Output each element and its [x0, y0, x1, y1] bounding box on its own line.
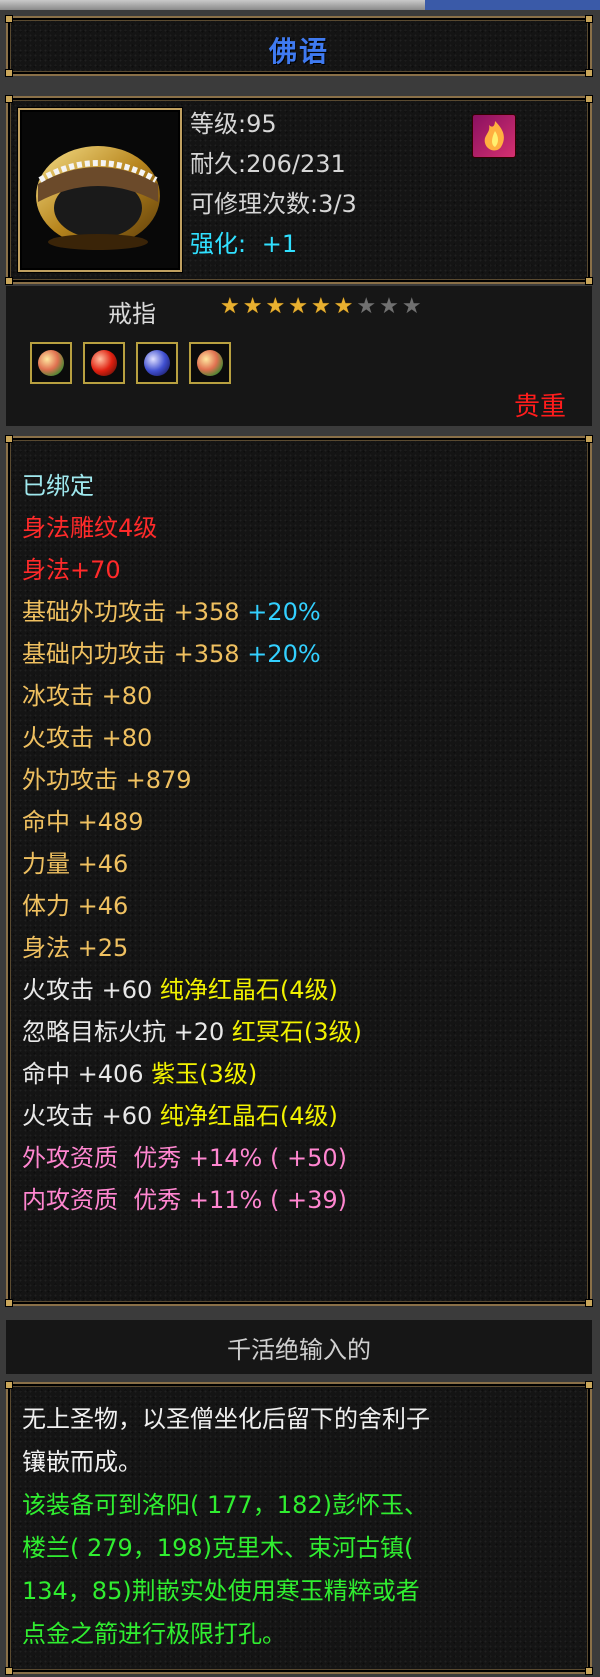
author-panel: 千活绝输入的	[6, 1320, 592, 1374]
item-repair-count: 可修理次数:3/3	[190, 190, 357, 218]
item-name: 佛语	[268, 35, 329, 68]
enhance-label: 强化:	[190, 230, 247, 258]
description-panel: 无上圣物，以圣僧坐化后留下的舍利子 镶嵌而成。 该装备可到洛阳( 177，182…	[5, 1381, 593, 1675]
stat-line: 力量 +46	[22, 850, 129, 878]
item-enhance: 强化: +1	[190, 224, 297, 259]
gem-slots	[30, 342, 237, 388]
star-icon-filled: ★	[310, 294, 334, 319]
quality-line: 外攻资质 优秀 +14% ( +50)	[22, 1144, 347, 1172]
star-rating: ★★★★★★★★★	[220, 294, 425, 319]
stat-line: 火攻击 +80	[22, 724, 153, 752]
item-info-panel: 等级:95 耐久:206/231 可修理次数:3/3 强化: +1	[5, 95, 593, 285]
item-durability: 耐久:206/231	[190, 150, 346, 178]
gem-stat-line: 火攻击 +60 纯净红晶石(4级)	[22, 976, 338, 1004]
bound-status: 已绑定	[22, 472, 94, 500]
star-icon-filled: ★	[333, 294, 357, 319]
description-text: 无上圣物，以圣僧坐化后留下的舍利子 镶嵌而成。 该装备可到洛阳( 177，182…	[22, 1405, 430, 1648]
author-text: 千活绝输入的	[227, 1336, 371, 1364]
fire-element-icon	[472, 114, 516, 158]
gem-stat-line: 忽略目标火抗 +20 红冥石(3级)	[22, 1018, 362, 1046]
stat-line: 外功攻击 +879	[22, 766, 192, 794]
green-gem-icon[interactable]	[30, 342, 72, 384]
rarity-label: 贵重	[513, 392, 566, 422]
star-icon-filled: ★	[242, 294, 266, 319]
red-gem-icon[interactable]	[83, 342, 126, 384]
stat-line: 基础外功攻击 +358 +20%	[22, 598, 321, 626]
stat-line: 体力 +46	[22, 892, 129, 920]
star-icon-filled: ★	[265, 294, 289, 319]
title-panel: 佛语	[5, 15, 593, 77]
star-icon-empty: ★	[401, 294, 425, 319]
type-rarity-panel: 戒指 ★★★★★★★★★ 贵重	[6, 286, 592, 426]
gem-stat-line: 命中 +406 紫玉(3级)	[22, 1060, 258, 1088]
engrave-line: 身法雕纹4级	[22, 514, 158, 542]
titlebar-accent	[425, 0, 600, 10]
gem-stat-line: 火攻击 +60 纯净红晶石(4级)	[22, 1102, 338, 1130]
item-level: 等级:95	[190, 110, 277, 138]
stat-line: 基础内功攻击 +358 +20%	[22, 640, 321, 668]
engrave-bonus-line: 身法+70	[22, 556, 121, 584]
enhance-value: +1	[261, 230, 298, 258]
blue-gem-icon[interactable]	[136, 342, 179, 384]
star-icon-filled: ★	[220, 294, 243, 319]
quality-line: 内攻资质 优秀 +11% ( +39)	[22, 1186, 347, 1214]
stat-line: 身法 +25	[22, 934, 129, 962]
green-gem-icon[interactable]	[189, 342, 232, 384]
item-type: 戒指	[108, 300, 156, 328]
stat-line: 命中 +489	[22, 808, 144, 836]
stats-panel: 已绑定 身法雕纹4级 身法+70 基础外功攻击 +358 +20% 基础内功攻击…	[5, 435, 593, 1307]
stat-line: 冰攻击 +80	[22, 682, 153, 710]
window-top-strip	[0, 0, 600, 10]
star-icon-empty: ★	[356, 294, 380, 319]
star-icon-filled: ★	[288, 294, 311, 319]
ring-icon[interactable]	[18, 108, 182, 272]
star-icon-empty: ★	[379, 294, 402, 319]
